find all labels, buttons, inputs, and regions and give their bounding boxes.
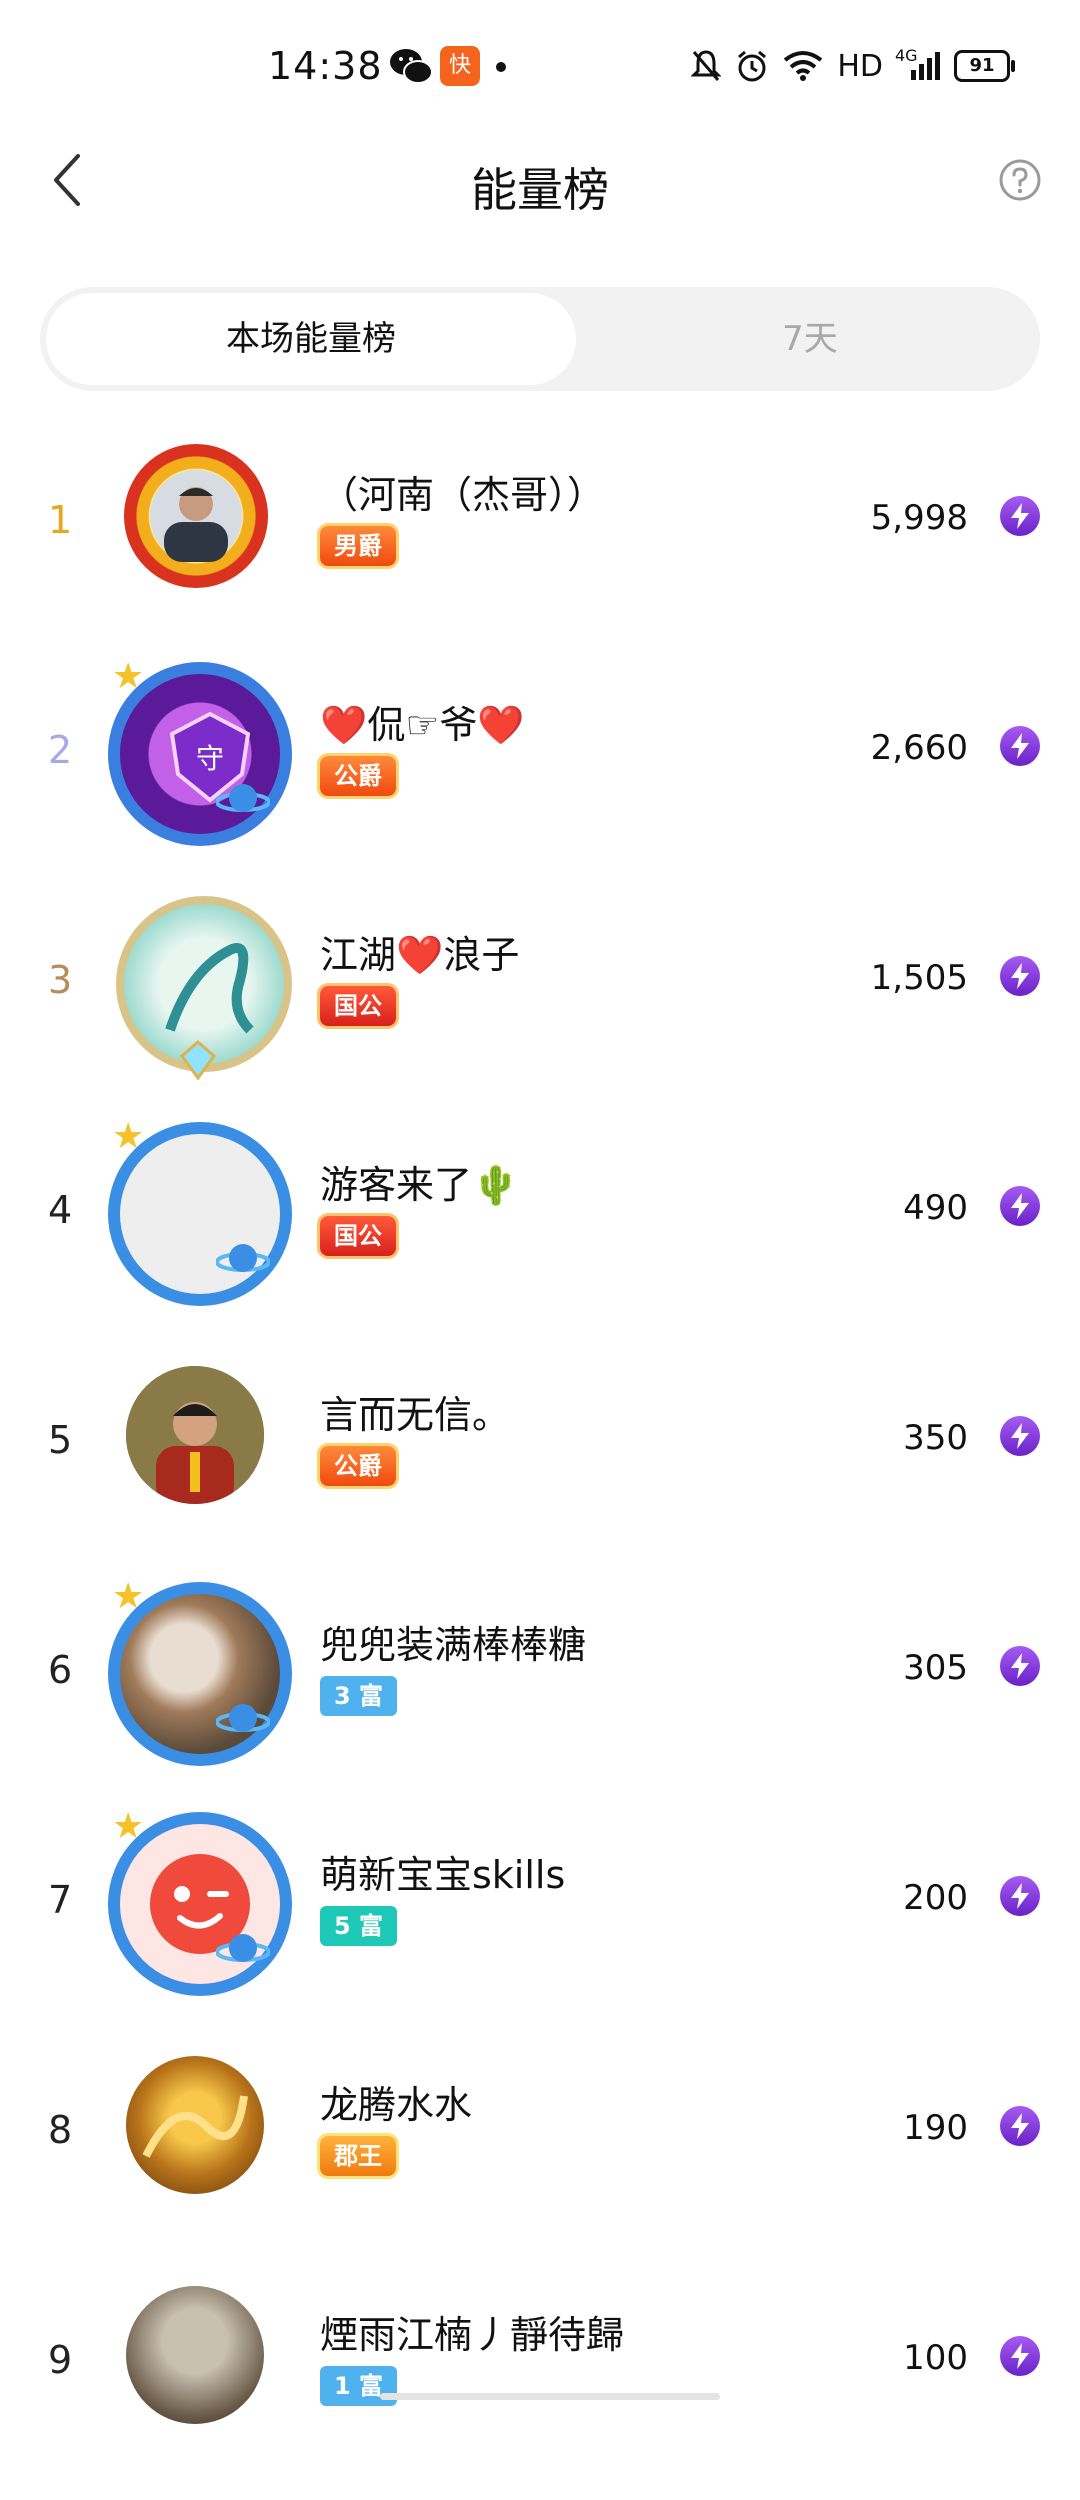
energy-score: 2,660 [870,728,968,768]
golden-dragon-photo [142,2095,248,2158]
tab-current-session[interactable]: 本场能量榜 [46,293,576,385]
signal-label: 4G [895,46,918,65]
energy-score: 305 [903,1648,968,1688]
energy-icon [1000,1416,1040,1456]
status-bar: 14:38 快 HD 4G 91 [0,0,1080,130]
list-item[interactable]: 7 ★ 萌新宝宝skills 5 富 200 [0,1806,1080,2040]
star-icon: ★ [112,1116,145,1157]
user-name: ❤️侃☞爷❤️ [320,703,525,747]
energy-icon [1000,1646,1040,1686]
list-item[interactable]: 8 龙腾水水 郡王 190 [0,2040,1080,2270]
notification-dot [496,62,506,72]
list-item[interactable]: 3 江湖❤️浪子 国公 1,505 [0,890,1080,1120]
status-right: HD 4G 91 [691,44,1015,88]
noble-badge: 公爵 [320,756,396,796]
energy-score: 350 [903,1418,968,1458]
wealth-badge: 1 富 [320,2366,398,2406]
energy-icon [1000,1186,1040,1226]
star-icon: ★ [112,1576,145,1617]
rank-number: 4 [48,1188,73,1232]
star-icon: ★ [112,656,145,697]
list-item[interactable]: 6 ★ 兜兜装满棒棒糖 3 富 305 [0,1576,1080,1810]
energy-score: 5,998 [870,498,968,538]
planet-icon [216,1704,270,1732]
network-label: HD [837,48,883,84]
energy-icon [1000,2106,1040,2146]
avatar-photo [150,470,242,562]
planet-icon [216,1934,270,1962]
wifi-icon [784,51,823,81]
help-circle-icon[interactable] [998,158,1042,202]
list-item[interactable]: 2 守 ★ ❤️侃☞爷❤️ 公爵 2,660 [0,656,1080,890]
energy-score: 200 [903,1878,968,1918]
wechat-icon [390,49,433,84]
list-item[interactable]: 1 （河南（杰哥）） 男爵 5,998 [0,430,1080,660]
avatar[interactable] [126,2056,264,2194]
avatar-photo [126,1366,264,1504]
noble-badge: 男爵 [320,526,396,566]
energy-icon [1000,726,1040,766]
alarm-icon [738,50,767,82]
noble-badge: 国公 [320,986,396,1026]
rank-number: 1 [48,498,73,542]
tab-7-days[interactable]: 7天 [580,287,1040,391]
battery-icon: 91 [954,50,1015,82]
energy-icon [1000,1876,1040,1916]
list-item[interactable]: 9 煙雨江楠丿靜待歸 1 富 100 [0,2270,1080,2500]
noble-badge: 公爵 [320,1446,396,1486]
planet-icon [216,1244,270,1272]
user-name: 萌新宝宝skills [320,1853,566,1897]
user-name: 言而无信。 [320,1393,511,1437]
svg-text:守: 守 [196,742,224,775]
energy-icon [1000,2336,1040,2376]
dragon-avatar [165,943,254,1034]
energy-icon [1000,956,1040,996]
gem-icon [179,1040,217,1080]
ranking-list: 1 （河南（杰哥）） 男爵 5,998 2 守 ★ ❤️侃☞爷❤️ 公爵 2,6… [0,430,1080,2500]
noble-badge: 郡王 [320,2136,396,2176]
planet-icon [216,784,270,812]
star-icon: ★ [112,1806,145,1847]
user-name: （河南（杰哥）） [320,473,606,517]
page-title: 能量榜 [471,163,609,217]
kuaishou-icon: 快 [440,46,480,86]
energy-score: 1,505 [870,958,968,998]
noble-badge: 国公 [320,1216,396,1256]
avatar[interactable] [126,1366,264,1504]
signal-icon: 4G [895,46,940,80]
energy-score: 190 [903,2108,968,2148]
energy-icon [1000,496,1040,536]
user-name: 江湖❤️浪子 [320,933,520,977]
user-name: 龙腾水水 [320,2083,473,2127]
rank-number: 7 [48,1878,73,1922]
list-item[interactable]: 5 言而无信。 公爵 350 [0,1350,1080,1580]
rank-number: 3 [48,958,73,1002]
user-name: 游客来了🌵 [320,1163,520,1207]
rank-number: 9 [48,2338,73,2382]
status-time: 14:38 [268,44,383,88]
avatar[interactable] [124,444,268,588]
rank-number: 6 [48,1648,73,1692]
scroll-indicator [380,2393,720,2400]
user-name: 煙雨江楠丿靜待歸 [320,2313,625,2357]
mute-icon [691,50,722,81]
rank-number: 2 [48,728,73,772]
energy-score: 100 [903,2338,968,2378]
energy-score: 490 [903,1188,968,1228]
wealth-badge: 5 富 [320,1906,398,1946]
user-name: 兜兜装满棒棒糖 [320,1623,587,1667]
rank-number: 5 [48,1418,73,1462]
ranking-tabs: 本场能量榜 7天 [40,287,1040,391]
avatar[interactable] [126,2286,264,2424]
wealth-badge: 3 富 [320,1676,398,1716]
rank-number: 8 [48,2108,73,2152]
list-item[interactable]: 4 ★ 游客来了🌵 国公 490 [0,1116,1080,1350]
